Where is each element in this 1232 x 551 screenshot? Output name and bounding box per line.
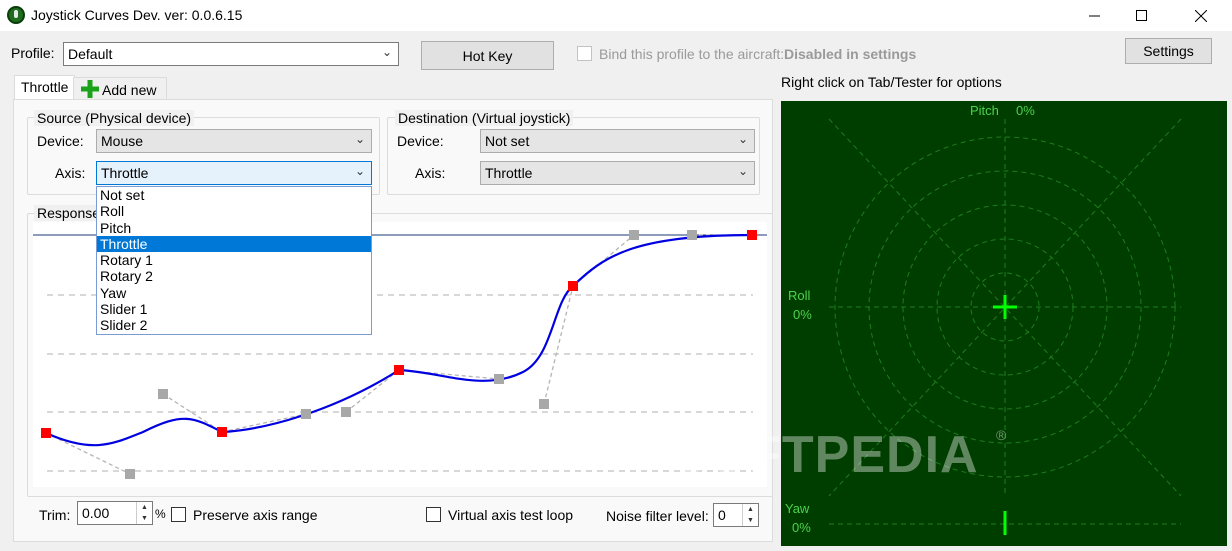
profile-value: Default	[68, 46, 113, 62]
virtual-test-checkbox[interactable]	[426, 507, 441, 522]
bind-profile-checkbox[interactable]	[577, 46, 592, 61]
source-axis-label: Axis:	[55, 165, 86, 181]
yaw-value: 0%	[792, 520, 811, 535]
tab-add-new[interactable]: Add new	[73, 77, 167, 100]
options-hint: Right click on Tab/Tester for options	[781, 74, 1002, 90]
spinner-arrows[interactable]: ▲ ▼	[742, 504, 758, 526]
preserve-range-checkbox[interactable]	[171, 507, 186, 522]
profile-label: Profile:	[11, 45, 55, 61]
bind-profile-label: Bind this profile to the aircraft:	[599, 46, 785, 62]
chevron-down-icon: ⌄	[737, 164, 748, 178]
dropdown-option-selected[interactable]: Throttle	[97, 235, 371, 253]
joystick-app-icon	[7, 6, 25, 24]
trim-spinner[interactable]: 0.00 ▲ ▼	[77, 501, 153, 525]
destination-axis-label: Axis:	[415, 165, 446, 181]
dropdown-option[interactable]: Rotary 1	[97, 252, 371, 268]
destination-axis-value: Throttle	[485, 165, 533, 181]
chevron-down-icon: ⌄	[737, 132, 748, 146]
softpedia-watermark: SOFTPEDIA	[672, 426, 979, 484]
hotkey-button[interactable]: Hot Key	[421, 41, 554, 70]
dropdown-option[interactable]: Pitch	[97, 220, 371, 236]
preserve-range-label: Preserve axis range	[193, 507, 318, 523]
destination-device-value: Not set	[485, 133, 530, 149]
axis-dropdown-list[interactable]: Not set Roll Pitch Throttle Rotary 1 Rot…	[96, 186, 372, 335]
dropdown-option[interactable]: Slider 1	[97, 301, 371, 317]
source-group-title: Source (Physical device)	[34, 110, 195, 126]
source-axis-select[interactable]: Throttle ⌄	[96, 161, 372, 185]
close-icon	[1195, 9, 1207, 22]
source-axis-value: Throttle	[101, 165, 149, 181]
chevron-down-icon: ⌄	[354, 164, 365, 178]
minimize-icon	[1088, 15, 1100, 17]
registered-mark: ®	[996, 427, 1007, 443]
bind-status-text: Disabled in settings	[784, 46, 917, 62]
chevron-down-icon: ⌄	[381, 45, 392, 59]
dropdown-option[interactable]: Not set	[97, 187, 371, 203]
spinner-arrows[interactable]: ▲ ▼	[136, 502, 152, 524]
dropdown-option[interactable]: Yaw	[97, 285, 371, 301]
noise-filter-spinner[interactable]: 0 ▲ ▼	[713, 503, 759, 527]
title-bar: Joystick Curves Dev. ver: 0.0.6.15	[0, 0, 1232, 31]
arrow-up-icon[interactable]: ▲	[747, 506, 754, 513]
dropdown-option[interactable]: Rotary 2	[97, 268, 371, 284]
profile-select[interactable]: Default ⌄	[63, 42, 399, 66]
destination-device-label: Device:	[397, 133, 444, 149]
roll-label: Roll	[788, 288, 811, 303]
close-button[interactable]	[1178, 0, 1224, 31]
arrow-down-icon[interactable]: ▼	[747, 517, 754, 524]
trim-label: Trim:	[39, 507, 71, 523]
dropdown-option[interactable]: Slider 2	[97, 317, 371, 333]
destination-axis-select[interactable]: Throttle ⌄	[480, 161, 755, 185]
response-group-title: Response	[34, 205, 104, 221]
source-device-select[interactable]: Mouse ⌄	[96, 129, 372, 153]
window-title: Joystick Curves Dev. ver: 0.0.6.15	[31, 7, 243, 23]
tab-add-new-label: Add new	[102, 82, 157, 98]
virtual-test-label: Virtual axis test loop	[448, 507, 574, 523]
settings-button[interactable]: Settings	[1125, 38, 1212, 64]
source-device-value: Mouse	[101, 133, 144, 149]
tab-throttle[interactable]: Throttle	[14, 75, 76, 100]
maximize-icon	[1135, 10, 1147, 21]
dropdown-option[interactable]: Roll	[97, 203, 371, 219]
trim-unit: %	[155, 507, 166, 521]
destination-device-select[interactable]: Not set ⌄	[480, 129, 755, 153]
pitch-value: 0%	[1016, 103, 1035, 118]
trim-value: 0.00	[82, 505, 110, 521]
chevron-down-icon: ⌄	[354, 132, 365, 146]
source-device-label: Device:	[37, 133, 84, 149]
arrow-up-icon[interactable]: ▲	[141, 504, 148, 511]
plus-icon	[81, 80, 99, 98]
roll-value: 0%	[793, 307, 812, 322]
minimize-button[interactable]	[1071, 0, 1117, 31]
arrow-down-icon[interactable]: ▼	[141, 515, 148, 522]
destination-group-title: Destination (Virtual joystick)	[395, 110, 574, 126]
yaw-label: Yaw	[785, 501, 810, 516]
pitch-label: Pitch	[970, 103, 999, 118]
noise-filter-value: 0	[718, 507, 726, 523]
noise-filter-label: Noise filter level:	[606, 508, 709, 524]
maximize-button[interactable]	[1118, 0, 1164, 31]
